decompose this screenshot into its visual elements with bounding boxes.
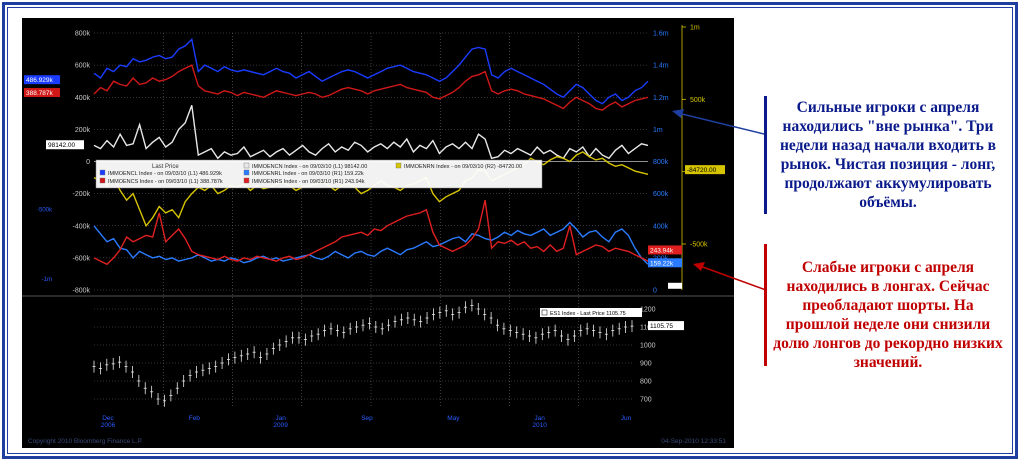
x-tick-label: Jun bbox=[621, 415, 632, 422]
bottom-tick-label: 1200 bbox=[640, 307, 656, 314]
blue-arrow bbox=[672, 109, 765, 135]
bottom-tick-label: 700 bbox=[640, 397, 652, 404]
timestamp-text: 04-Sep-2010 12:33:51 bbox=[661, 438, 726, 445]
callout-line: находились "вне рынка". Три bbox=[782, 118, 994, 135]
callout-line: значений. bbox=[853, 354, 923, 371]
left-extra-tick: -500k bbox=[37, 208, 53, 214]
callout-line: долю лонгов до рекордно низких bbox=[773, 335, 1003, 352]
legend-swatch bbox=[243, 169, 250, 176]
legend-swatch bbox=[99, 177, 106, 184]
bottom-price-tag: 1105.75 bbox=[650, 323, 673, 330]
legend-entry: IMMOENCN Index - on 09/03/10 (L1) 98142.… bbox=[252, 164, 367, 170]
left-tick-label: 600k bbox=[75, 63, 91, 70]
callout-line: рынок. Чистая позиция - лонг, bbox=[780, 156, 996, 173]
x-tick-label: Sep bbox=[361, 415, 373, 422]
legend-entry: IMMOENRL Index - on 09/03/10 (R1) 159.22… bbox=[252, 171, 364, 177]
red-callout-bar bbox=[764, 244, 767, 366]
right-tick-label: 600k bbox=[653, 191, 669, 198]
x-tick-label: Feb bbox=[189, 415, 201, 422]
left-extra-tick: -1m bbox=[42, 277, 52, 283]
legend-entry: IMMOENRS Index - on 09/03/10 (R1) 243.94… bbox=[252, 179, 365, 185]
far-right-tick-label: -500k bbox=[690, 242, 708, 249]
callout-line: объёмы. bbox=[859, 194, 917, 211]
left-tick-label: 0 bbox=[86, 159, 90, 166]
copyright-text: Copyright 2010 Bloomberg Finance L.P. bbox=[28, 438, 143, 445]
left-tick-label: -800k bbox=[72, 288, 90, 295]
bloomberg-chart-panel: 800k 600k 400k 200k 0 -200k -400k -600k -800k -50… bbox=[22, 18, 734, 448]
blue-callout-bar bbox=[764, 96, 767, 214]
right-zero-tag bbox=[668, 282, 682, 289]
right-tick-label: 1.4m bbox=[653, 63, 669, 70]
left-blue-tag: 486.929k bbox=[26, 77, 53, 84]
left-tick-label: 200k bbox=[75, 127, 91, 134]
right-tick-label: 400k bbox=[653, 223, 669, 230]
blue-callout-text: Сильные игроки с апреля находились "вне … bbox=[768, 98, 1008, 212]
left-red-tag: 388.787k bbox=[26, 90, 53, 97]
red-callout-text: Слабые игроки с апреля находились в лонг… bbox=[768, 258, 1008, 372]
right-tick-label: 0 bbox=[653, 288, 657, 295]
legend-entry: IMMOENRN Index - on 09/03/10 (R2) -84720… bbox=[404, 164, 522, 170]
far-right-tick-label: 1m bbox=[690, 25, 700, 32]
callout-line: прошлой неделе они снизили bbox=[785, 316, 991, 333]
left-tick-label: 800k bbox=[75, 31, 91, 38]
right-tick-label: 1m bbox=[653, 127, 663, 134]
callout-line: продолжают аккумулировать bbox=[784, 175, 992, 192]
x-tick-label: May bbox=[447, 415, 460, 422]
left-white-tag: 98142.00 bbox=[48, 142, 75, 149]
legend-title: Last Price bbox=[152, 164, 179, 170]
left-tick-label: -400k bbox=[72, 223, 90, 230]
x-tick-label: Jan bbox=[275, 415, 286, 422]
right-red-tag: 243.94k bbox=[650, 247, 674, 254]
x-tick-label: Jan bbox=[534, 415, 545, 422]
callout-line: Слабые игроки с апреля bbox=[801, 259, 975, 276]
right-tick-label: 1.6m bbox=[653, 31, 669, 38]
callout-line: преобладают шорты. На bbox=[802, 297, 974, 314]
callout-line: находились в лонгах. Сейчас bbox=[786, 278, 990, 295]
left-tick-label: -200k bbox=[72, 191, 90, 198]
legend-swatch bbox=[395, 162, 402, 169]
bottom-tick-label: 900 bbox=[640, 361, 652, 368]
legend-entry: IMMOENCS Index - on 09/03/10 (L1) 388.78… bbox=[108, 179, 223, 185]
bottom-tick-label: 1000 bbox=[640, 343, 656, 350]
legend-swatch bbox=[243, 162, 250, 169]
right-blue-tag: 159.22k bbox=[650, 260, 674, 267]
right-tick-label: 800k bbox=[653, 159, 669, 166]
callout-line: недели назад начали входить в bbox=[779, 137, 997, 154]
bottom-legend-text: ES1 Index - Last Price 1105.75 bbox=[550, 311, 626, 317]
x-tick-year: 2006 bbox=[101, 422, 116, 429]
legend-swatch bbox=[243, 177, 250, 184]
legend-swatch bbox=[99, 169, 106, 176]
legend-entry: IMMOENCL Index - on 09/03/10 (L1) 486.92… bbox=[108, 171, 222, 177]
x-tick-year: 2010 bbox=[532, 422, 547, 429]
right-yellow-tag: -84720.00 bbox=[687, 167, 717, 174]
left-tick-label: 400k bbox=[75, 95, 91, 102]
bottom-legend-swatch bbox=[541, 309, 548, 316]
left-tick-label: -600k bbox=[72, 255, 90, 262]
bottom-tick-label: 800 bbox=[640, 379, 652, 386]
x-tick-year: 2009 bbox=[273, 422, 288, 429]
callout-line: Сильные игроки с апреля bbox=[796, 99, 980, 116]
x-tick-label: Dec bbox=[102, 415, 114, 422]
red-arrow bbox=[693, 262, 767, 291]
